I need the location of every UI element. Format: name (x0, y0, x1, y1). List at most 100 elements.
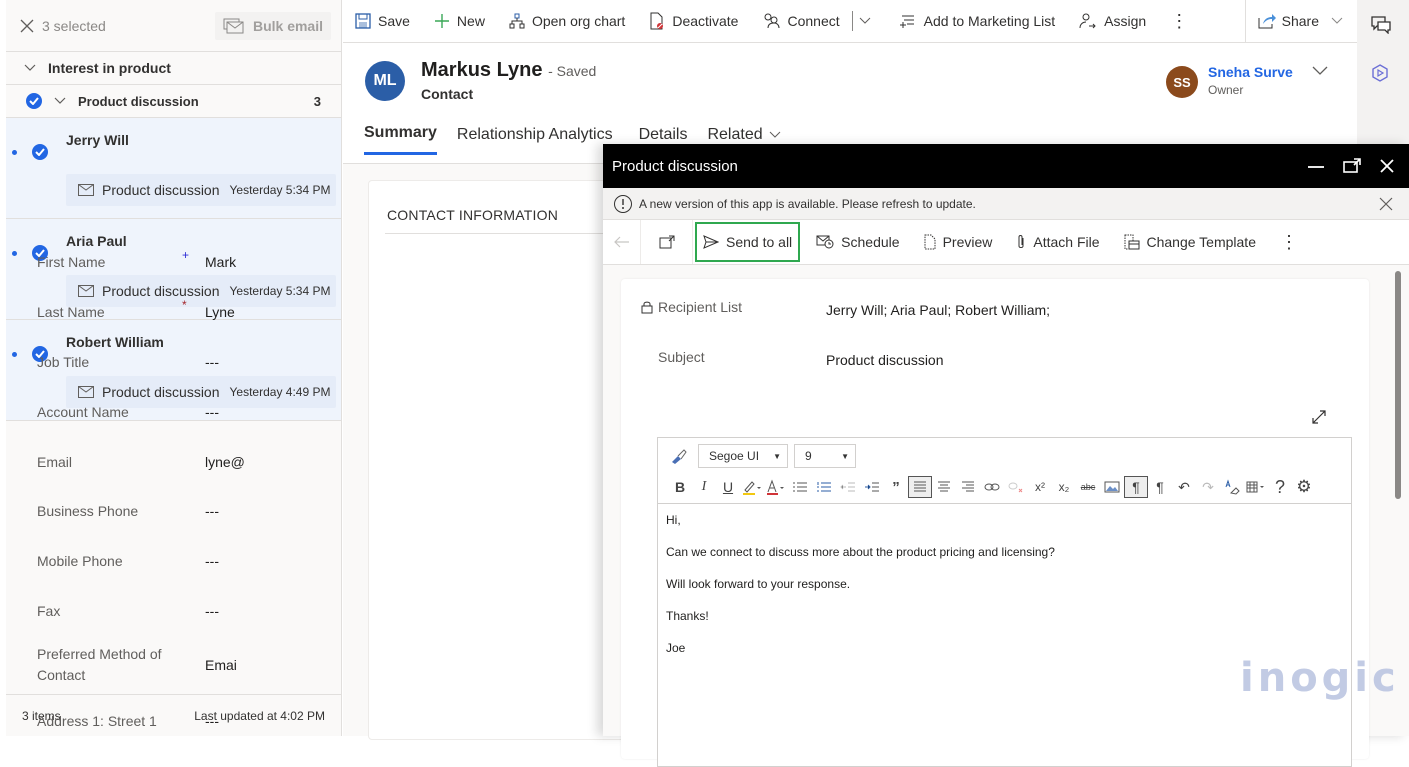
group-header[interactable]: Interest in product (6, 52, 341, 85)
scrollbar[interactable] (1395, 271, 1401, 499)
subject-label: Subject (658, 349, 705, 365)
owner-name[interactable]: Sneha Surve (1208, 64, 1293, 80)
highlight-icon[interactable] (740, 476, 764, 498)
chevron-down-icon (24, 64, 36, 71)
mail-icon (78, 285, 94, 297)
subgroup-header[interactable]: Product discussion 3 (6, 85, 341, 118)
rtl-icon[interactable]: ¶ (1148, 476, 1172, 498)
align-left-icon[interactable] (908, 476, 932, 498)
underline-icon[interactable]: U (716, 476, 740, 498)
chevron-down-icon (1331, 17, 1343, 24)
subgroup-count: 3 (313, 93, 321, 109)
activity-link[interactable]: Product discussion Yesterday 5:34 PM (66, 174, 336, 206)
command-bar: Save New Open org chart Deactivate Conne… (343, 0, 1357, 43)
paperclip-icon (1018, 235, 1024, 248)
assign-button[interactable]: Assign (1079, 13, 1146, 29)
new-button[interactable]: New (434, 13, 485, 29)
unlink-icon[interactable] (1004, 476, 1028, 498)
preview-button[interactable]: Preview (914, 220, 1003, 264)
settings-icon[interactable]: ⚙ (1292, 476, 1316, 498)
minimize-icon[interactable] (1307, 158, 1325, 174)
table-icon[interactable] (1244, 476, 1268, 498)
check-icon[interactable] (26, 93, 42, 109)
email-dialog: Product discussion A new version of this… (603, 144, 1409, 767)
deactivate-icon (650, 12, 664, 30)
tab-summary[interactable]: Summary (364, 124, 437, 155)
font-size-select[interactable]: 9 ▼ (794, 444, 856, 468)
ltr-icon[interactable]: ¶ (1124, 476, 1148, 498)
subscript-icon[interactable]: x₂ (1052, 476, 1076, 498)
decrease-indent-icon[interactable] (836, 476, 860, 498)
open-org-chart-button[interactable]: Open org chart (509, 13, 625, 29)
unread-dot (12, 251, 17, 256)
add-to-marketing-list-button[interactable]: Add to Marketing List (899, 13, 1055, 29)
editor-toolbar: Segoe UI ▼ 9 ▼ B I U ” x² x₂ abc ¶ ¶ ↶ ↷… (658, 438, 1351, 504)
recipient-list-value[interactable]: Jerry Will; Aria Paul; Robert William; (826, 302, 1050, 318)
align-right-icon[interactable] (956, 476, 980, 498)
expand-icon[interactable] (1311, 409, 1327, 425)
save-button[interactable]: Save (355, 13, 410, 29)
superscript-icon[interactable]: x² (1028, 476, 1052, 498)
image-icon[interactable] (1100, 476, 1124, 498)
bullet-list-icon[interactable] (788, 476, 812, 498)
strikethrough-icon[interactable]: abc (1076, 476, 1100, 498)
contact-name: Aria Paul (66, 233, 127, 249)
share-button[interactable]: Share (1244, 0, 1357, 42)
tab-relationship-analytics[interactable]: Relationship Analytics (457, 124, 613, 155)
back-button[interactable] (603, 220, 641, 264)
plus-icon (434, 14, 449, 28)
open-in-new-window-button[interactable] (641, 220, 693, 264)
popout-icon (659, 235, 674, 249)
email-body-editor: Segoe UI ▼ 9 ▼ B I U ” x² x₂ abc ¶ ¶ ↶ ↷… (657, 437, 1352, 767)
undo-icon[interactable]: ↶ (1172, 476, 1196, 498)
bold-icon[interactable]: B (668, 476, 692, 498)
schedule-button[interactable]: Schedule (806, 220, 909, 264)
close-icon (20, 19, 34, 32)
copilot-icon[interactable] (1371, 64, 1389, 82)
close-icon[interactable] (1379, 158, 1395, 174)
chat-icon[interactable] (1371, 16, 1391, 34)
save-status: - Saved (548, 63, 597, 79)
connect-icon (764, 13, 780, 29)
clear-selection[interactable]: 3 selected (20, 18, 106, 34)
unread-dot (12, 150, 17, 155)
blockquote-icon[interactable]: ” (884, 476, 908, 498)
numbered-list-icon[interactable] (812, 476, 836, 498)
dialog-title: Product discussion (612, 157, 738, 175)
change-template-button[interactable]: Change Template (1114, 220, 1266, 264)
clear-formatting-icon[interactable] (1220, 476, 1244, 498)
help-icon[interactable]: ? (1268, 476, 1292, 498)
align-center-icon[interactable] (932, 476, 956, 498)
font-color-icon[interactable] (764, 476, 788, 498)
connect-dropdown[interactable] (859, 17, 871, 25)
link-icon[interactable] (980, 476, 1004, 498)
redo-icon[interactable]: ↷ (1196, 476, 1220, 498)
chevron-down-icon (769, 131, 780, 138)
more-commands-button[interactable]: ⋮ (1170, 11, 1200, 32)
owner-role: Owner (1208, 83, 1244, 97)
selection-header: 3 selected Bulk email (6, 0, 341, 52)
increase-indent-icon[interactable] (860, 476, 884, 498)
connect-button[interactable]: Connect (762, 13, 840, 29)
send-icon (703, 235, 719, 249)
deactivate-button[interactable]: Deactivate (649, 12, 738, 30)
more-options-button[interactable]: ⋮ (1270, 220, 1308, 264)
list-item[interactable]: Jerry Will Product discussion Yesterday … (6, 118, 341, 219)
subject-value[interactable]: Product discussion (826, 352, 944, 368)
popout-icon[interactable] (1343, 158, 1361, 174)
unread-dot (12, 352, 17, 357)
format-painter-icon[interactable] (670, 448, 688, 464)
attach-file-button[interactable]: Attach File (1006, 220, 1109, 264)
assign-icon (1079, 13, 1096, 29)
italic-icon[interactable]: I (692, 476, 716, 498)
close-icon[interactable] (1379, 197, 1393, 211)
mail-icon (78, 386, 94, 398)
record-type: Contact (421, 86, 474, 102)
bulk-email-button[interactable]: Bulk email (214, 11, 331, 40)
owner-field[interactable]: SS Sneha Surve Owner (1166, 64, 1293, 98)
check-icon[interactable] (32, 144, 48, 160)
send-to-all-button[interactable]: Send to all (695, 222, 801, 262)
chevron-down-icon[interactable] (1312, 66, 1328, 76)
font-family-select[interactable]: Segoe UI ▼ (698, 444, 788, 468)
record-avatar: ML (365, 61, 405, 101)
